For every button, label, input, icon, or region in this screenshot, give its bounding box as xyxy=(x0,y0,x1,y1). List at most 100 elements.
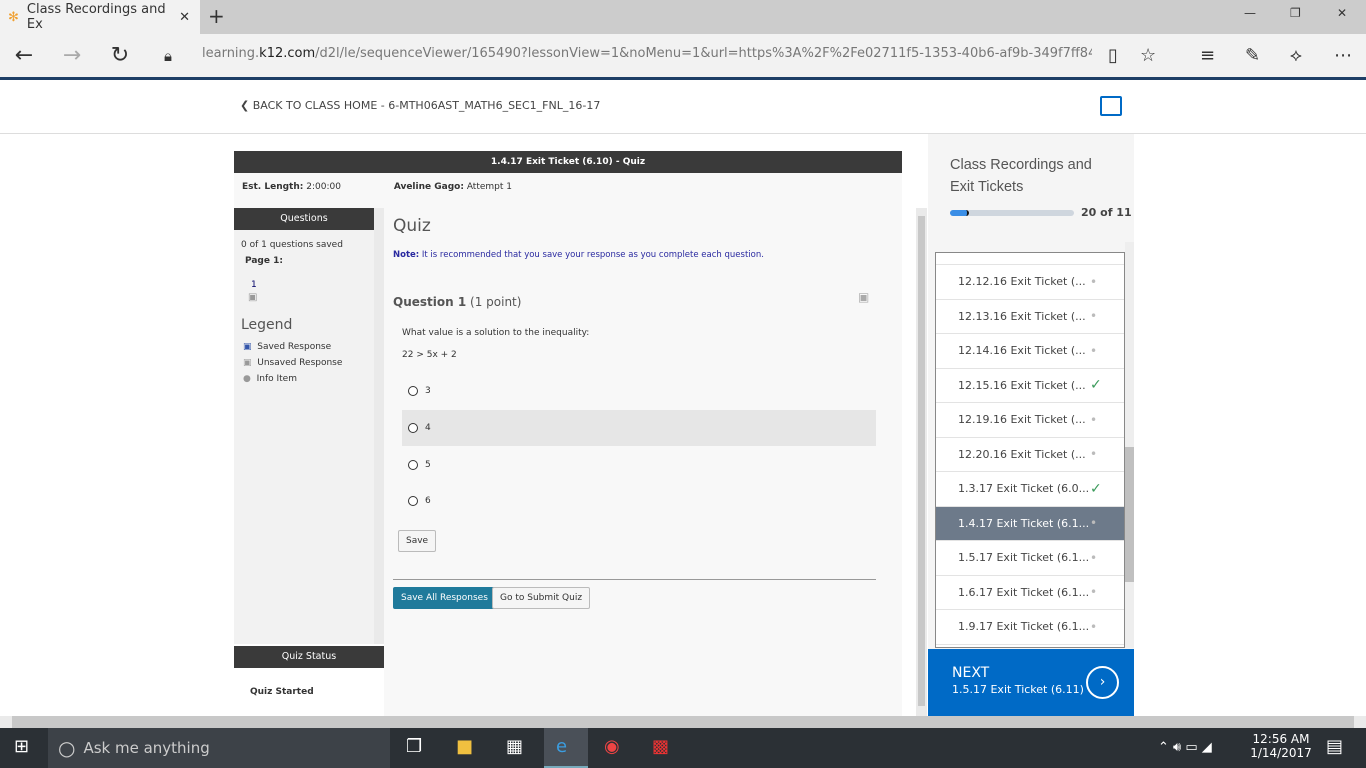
divider xyxy=(393,579,876,580)
cortana-icon: ○ xyxy=(58,736,76,760)
legend-label: Saved Response xyxy=(257,342,332,352)
url-field[interactable]: learning.k12.com/d2l/le/sequenceViewer/1… xyxy=(202,46,1092,61)
question-1-link[interactable]: 1 xyxy=(234,266,374,290)
note-label: Note: xyxy=(393,250,420,260)
list-item[interactable]: 1.6.17 Exit Ticket (6.1... • xyxy=(936,575,1124,610)
divider xyxy=(0,133,1366,134)
radio-button[interactable] xyxy=(408,386,418,396)
save-button[interactable]: Save xyxy=(398,530,437,552)
site-favicon-icon: ✻ xyxy=(8,9,19,25)
legend-info: ● Info Item xyxy=(234,371,374,387)
question-label: Question 1 xyxy=(393,295,467,309)
clock-date[interactable]: 1/14/2017 xyxy=(1248,746,1314,760)
browser-tab-bar: ✻ Class Recordings and Ex ✕ + — ❐ ✕ xyxy=(0,0,1366,34)
back-to-class-link[interactable]: ❮ BACK TO CLASS HOME - 6-MTH06AST_MATH6_… xyxy=(240,99,600,112)
legend-unsaved: ▣ Unsaved Response xyxy=(234,355,374,371)
dot-icon: • xyxy=(1090,343,1098,358)
dot-icon: • xyxy=(1090,619,1098,634)
item-label: 1.9.17 Exit Ticket (6.1... xyxy=(958,620,1090,634)
refresh-icon[interactable]: ↻ xyxy=(96,43,144,68)
store-icon[interactable]: ▦ xyxy=(506,736,523,757)
hub-icon[interactable]: ≡ xyxy=(1200,45,1215,66)
saved-count: 0 of 1 questions saved xyxy=(241,240,343,250)
clock-time[interactable]: 12:56 AM xyxy=(1248,732,1314,746)
minimize-icon[interactable]: — xyxy=(1244,6,1256,20)
list-item[interactable]: 1.5.17 Exit Ticket (6.1... • xyxy=(936,541,1124,576)
share-icon[interactable]: ⟡ xyxy=(1290,45,1302,66)
save-question-icon[interactable]: ▣ xyxy=(858,290,869,304)
search-placeholder: Ask me anything xyxy=(83,739,210,757)
dot-icon: • xyxy=(1090,516,1098,531)
next-button[interactable]: NEXT 1.5.17 Exit Ticket (6.11) › xyxy=(928,649,1134,716)
back-link-label: BACK TO CLASS HOME - 6-MTH06AST_MATH6_SE… xyxy=(252,99,601,112)
chrome-icon[interactable]: ◉ xyxy=(604,736,620,757)
quiz-status: Quiz Started xyxy=(250,687,314,697)
search-box[interactable]: ○ Ask me anything xyxy=(48,728,390,768)
dot-icon: • xyxy=(1090,585,1098,600)
horizontal-scrollbar[interactable] xyxy=(0,716,1366,728)
list-item[interactable]: 1.4.17 Exit Ticket (6.1... • xyxy=(936,506,1124,541)
next-arrow-icon: › xyxy=(1086,666,1119,699)
task-view-icon[interactable]: ❐ xyxy=(406,736,422,757)
item-label: 12.12.16 Exit Ticket (... xyxy=(958,275,1086,289)
sidebar-scrollbar[interactable] xyxy=(374,208,384,644)
new-tab-icon[interactable]: + xyxy=(208,4,225,28)
quiz-meta: Est. Length: 2:00:00 Aveline Gago: Attem… xyxy=(234,173,902,208)
reading-view-icon[interactable]: ▯ xyxy=(1108,45,1118,66)
inequality: 22 > 5x + 2 xyxy=(402,350,457,360)
submit-quiz-button[interactable]: Go to Submit Quiz xyxy=(492,587,591,609)
est-length-label: Est. Length: xyxy=(242,182,304,192)
notifications-icon[interactable]: ▤ xyxy=(1326,736,1343,757)
radio-button[interactable] xyxy=(408,460,418,470)
page-label: Page 1: xyxy=(245,256,283,266)
saved-icon: ▣ xyxy=(243,342,252,352)
list-item[interactable]: 12.20.16 Exit Ticket (... • xyxy=(936,437,1124,472)
radio-button[interactable] xyxy=(408,496,418,506)
list-item[interactable]: 12.15.16 Exit Ticket (... ✓ xyxy=(936,368,1124,403)
save-all-button[interactable]: Save All Responses xyxy=(393,587,496,609)
unsaved-icon: ▣ xyxy=(248,292,258,303)
radio-button[interactable] xyxy=(408,423,418,433)
more-icon[interactable]: ⋯ xyxy=(1334,45,1352,66)
item-label: 12.13.16 Exit Ticket (... xyxy=(958,309,1086,323)
file-explorer-icon[interactable]: ■ xyxy=(456,736,473,757)
check-icon: ✓ xyxy=(1090,480,1102,497)
info-icon: ● xyxy=(243,374,251,384)
option-label: 5 xyxy=(425,460,431,470)
gift-app-icon[interactable]: ▩ xyxy=(652,736,669,757)
quiz-status-header: Quiz Status xyxy=(234,646,384,668)
legend-label: Unsaved Response xyxy=(257,358,343,368)
list-item[interactable]: 12.13.16 Exit Ticket (... • xyxy=(936,299,1124,334)
tray-icons[interactable]: ⌃ 🔊︎ ▭ ◢ xyxy=(1158,740,1212,755)
dot-icon: • xyxy=(1090,447,1098,462)
favorite-star-icon[interactable]: ☆ xyxy=(1140,45,1156,66)
answer-option[interactable]: 3 xyxy=(402,373,876,409)
answer-option[interactable]: 5 xyxy=(402,447,876,483)
close-window-icon[interactable]: ✕ xyxy=(1337,6,1347,20)
close-tab-icon[interactable]: ✕ xyxy=(179,10,190,25)
start-icon[interactable]: ⊞ xyxy=(14,736,29,757)
answer-option[interactable]: 6 xyxy=(402,483,876,519)
web-note-icon[interactable]: ✎ xyxy=(1245,45,1260,66)
restore-icon[interactable]: ❐ xyxy=(1290,6,1301,20)
answer-option[interactable]: 4 xyxy=(402,410,876,446)
list-item[interactable]: 1.3.17 Exit Ticket (6.0... ✓ xyxy=(936,472,1124,507)
user-name: Aveline Gago: xyxy=(393,182,464,192)
taskbar: ⊞ ○ Ask me anything ❐ ■ ▦ e ◉ ▩ ⌃ 🔊︎ ▭ ◢ … xyxy=(0,728,1366,768)
sequence-panel: Class Recordings and Exit Tickets 20 of … xyxy=(928,134,1134,714)
browser-tab[interactable]: ✻ Class Recordings and Ex ✕ xyxy=(0,0,200,34)
unsaved-icon: ▣ xyxy=(243,358,252,368)
back-icon[interactable]: ← xyxy=(0,43,48,68)
list-item[interactable]: 12.12.16 Exit Ticket (... • xyxy=(936,265,1124,300)
main-scrollbar[interactable] xyxy=(916,208,927,716)
list-item[interactable]: 12.14.16 Exit Ticket (... • xyxy=(936,334,1124,369)
list-scrollbar[interactable] xyxy=(1125,242,1134,648)
edge-taskbar-button[interactable]: e xyxy=(544,728,588,768)
forward-icon[interactable]: → xyxy=(48,43,96,68)
toggle-panel-icon[interactable] xyxy=(1100,96,1122,116)
est-length-value: 2:00:00 xyxy=(306,182,341,192)
quiz-main: Quiz Note: It is recommended that you sa… xyxy=(384,208,902,716)
legend-saved: ▣ Saved Response xyxy=(234,339,374,355)
list-item[interactable]: 12.19.16 Exit Ticket (... • xyxy=(936,403,1124,438)
list-item[interactable]: 1.9.17 Exit Ticket (6.1... • xyxy=(936,610,1124,645)
